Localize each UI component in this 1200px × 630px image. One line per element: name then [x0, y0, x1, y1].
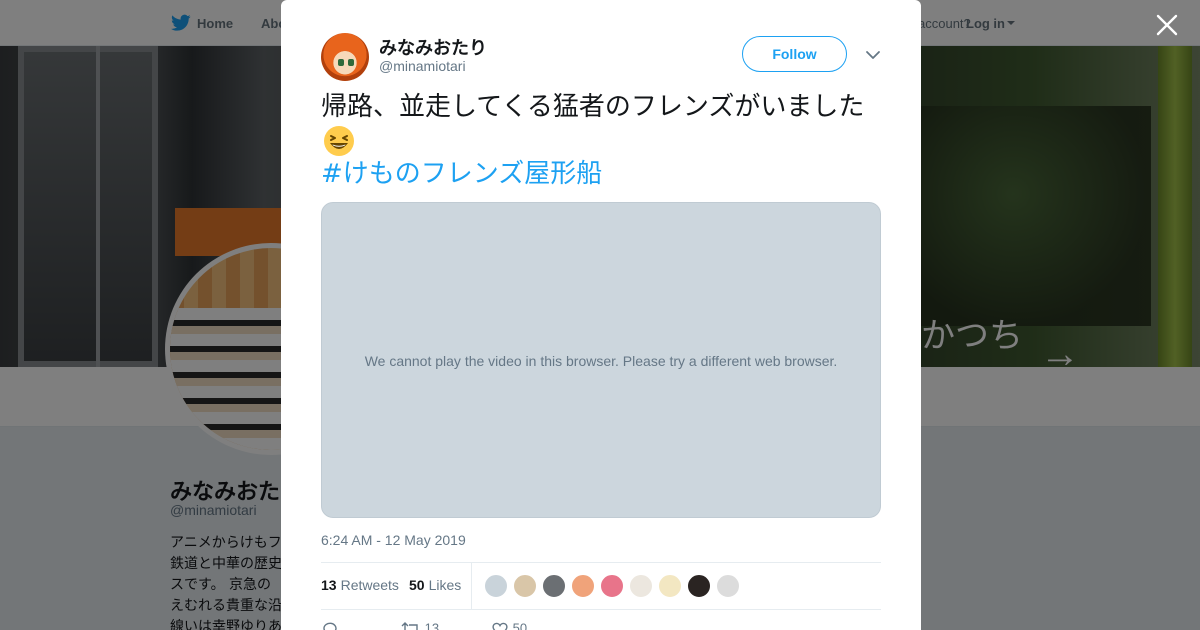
follow-button[interactable]: Follow: [742, 36, 847, 72]
author-handle[interactable]: @minamiotari: [379, 58, 466, 74]
chevron-down-icon[interactable]: [865, 47, 881, 63]
liker-avatar-8[interactable]: [687, 574, 711, 598]
laughing-face-icon: [324, 126, 354, 156]
author-name[interactable]: みなみおたり: [379, 34, 487, 60]
liker-avatar-7[interactable]: [658, 574, 682, 598]
tweet-timestamp[interactable]: 6:24 AM - 12 May 2019: [321, 532, 466, 548]
like-action[interactable]: 50: [491, 620, 527, 630]
tweet-modal: みなみおたり @minamiotari Follow 帰路、並走してくる猛者のフ…: [281, 0, 921, 630]
heart-icon: [492, 622, 508, 630]
author-avatar[interactable]: [321, 33, 369, 81]
liker-avatar-4[interactable]: [571, 574, 595, 598]
liker-avatar-6[interactable]: [629, 574, 653, 598]
tweet-text: 帰路、並走してくる猛者のフレンズがいました: [321, 90, 881, 163]
stats-divider-bottom: [321, 609, 881, 610]
retweets-stat[interactable]: 13 Retweets: [321, 577, 399, 593]
liker-avatar-2[interactable]: [513, 574, 537, 598]
likes-label: Likes: [428, 577, 462, 593]
tweet-text-body: 帰路、並走してくる猛者のフレンズがいました: [321, 92, 865, 122]
liker-avatar-1[interactable]: [484, 574, 508, 598]
reply-icon: [323, 622, 337, 630]
retweets-count: 13: [321, 577, 337, 593]
liker-avatar-9[interactable]: [716, 574, 740, 598]
retweet-icon: [401, 622, 418, 630]
liker-avatar-3[interactable]: [542, 574, 566, 598]
video-player[interactable]: We cannot play the video in this browser…: [321, 202, 881, 518]
reply-action[interactable]: [321, 620, 339, 630]
likes-count: 50: [409, 577, 425, 593]
liker-avatar-5[interactable]: [600, 574, 624, 598]
stats-divider-top: [321, 562, 881, 563]
retweet-action-count: 13: [424, 620, 440, 630]
retweet-action[interactable]: 13: [401, 620, 439, 630]
close-icon[interactable]: [1154, 12, 1180, 38]
retweets-label: Retweets: [340, 577, 399, 593]
likes-stat[interactable]: 50 Likes: [409, 577, 461, 593]
video-unsupported-message: We cannot play the video in this browser…: [364, 353, 838, 369]
like-action-count: 50: [512, 620, 528, 630]
hashtag-link[interactable]: #けものフレンズ屋形船: [321, 157, 602, 192]
stats-vertical-divider: [471, 563, 472, 609]
